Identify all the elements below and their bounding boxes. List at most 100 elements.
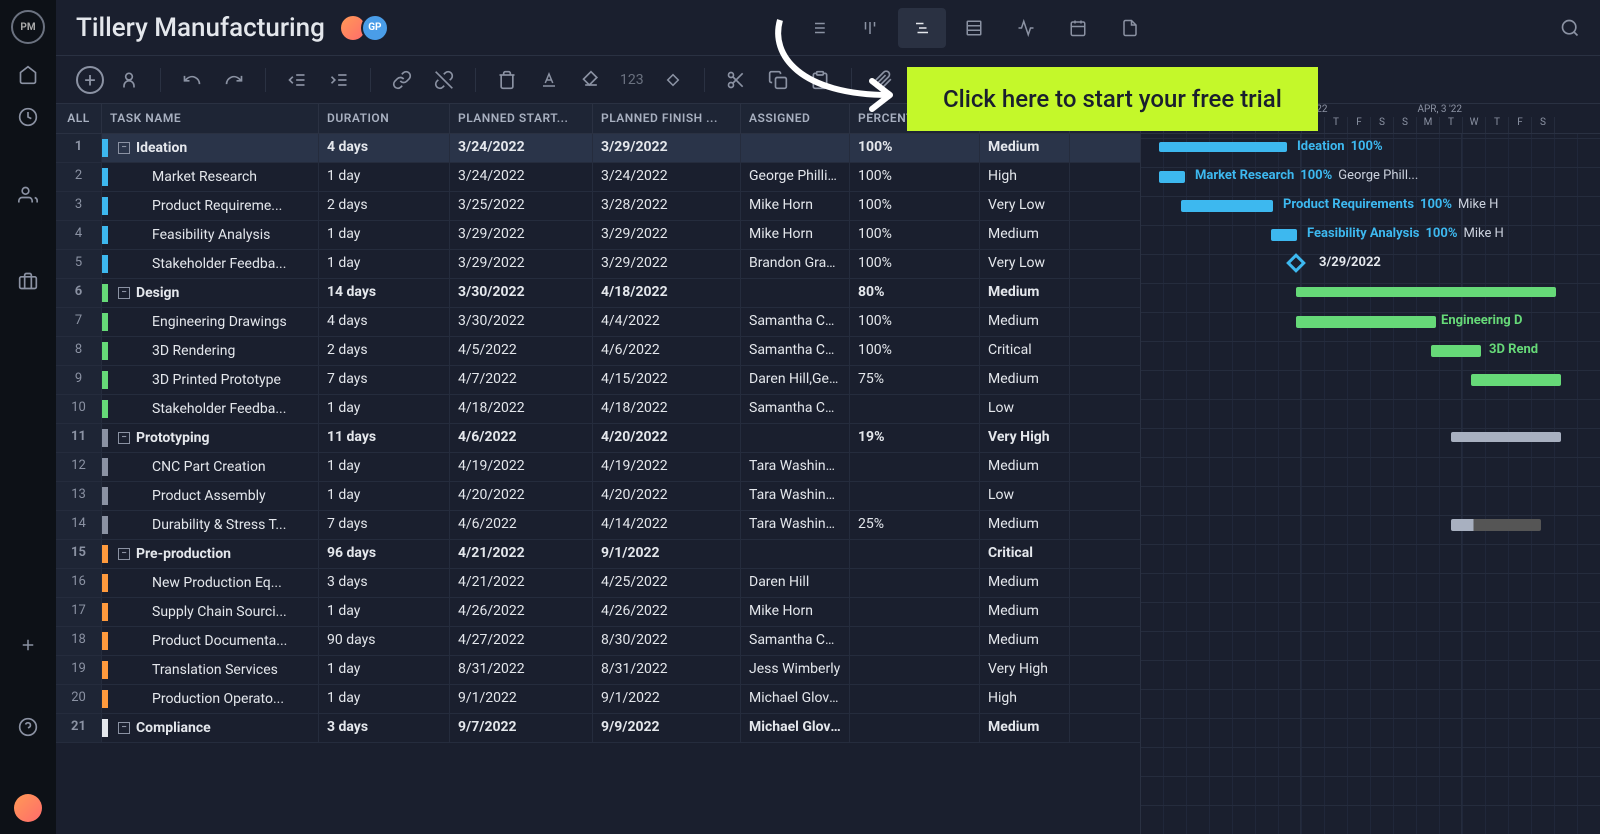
duration-cell[interactable]: 7 days	[319, 511, 450, 539]
task-row[interactable]: 11−Prototyping11 days4/6/20224/20/202219…	[56, 424, 1140, 453]
start-cell[interactable]: 4/26/2022	[450, 598, 593, 626]
start-cell[interactable]: 4/6/2022	[450, 511, 593, 539]
priority-cell[interactable]: Medium	[980, 627, 1070, 655]
duration-cell[interactable]: 3 days	[319, 714, 450, 742]
gantt-bar[interactable]	[1431, 345, 1481, 357]
cut-icon[interactable]	[719, 63, 753, 97]
duration-cell[interactable]: 1 day	[319, 598, 450, 626]
milestone-icon[interactable]	[656, 63, 690, 97]
finish-cell[interactable]: 4/19/2022	[593, 453, 741, 481]
col-all[interactable]: ALL	[56, 104, 102, 133]
outdent-icon[interactable]	[280, 63, 314, 97]
task-name-cell[interactable]: 3D Rendering	[102, 337, 319, 365]
percent-cell[interactable]	[850, 395, 980, 423]
task-name-cell[interactable]: −Design	[102, 279, 319, 307]
percent-cell[interactable]: 100%	[850, 337, 980, 365]
duration-cell[interactable]: 1 day	[319, 482, 450, 510]
priority-cell[interactable]: Medium	[980, 134, 1070, 162]
start-cell[interactable]: 4/18/2022	[450, 395, 593, 423]
finish-cell[interactable]: 4/14/2022	[593, 511, 741, 539]
assign-icon[interactable]	[112, 63, 146, 97]
view-list-icon[interactable]	[794, 8, 842, 48]
finish-cell[interactable]: 4/20/2022	[593, 482, 741, 510]
assigned-cell[interactable]: Brandon Gray,M	[741, 250, 850, 278]
duration-cell[interactable]: 4 days	[319, 134, 450, 162]
col-duration[interactable]: DURATION	[319, 104, 450, 133]
finish-cell[interactable]: 4/20/2022	[593, 424, 741, 452]
gantt-bar[interactable]	[1296, 287, 1556, 297]
assigned-cell[interactable]: George Phillips	[741, 163, 850, 191]
free-trial-callout[interactable]: Click here to start your free trial	[907, 67, 1318, 131]
finish-cell[interactable]: 4/15/2022	[593, 366, 741, 394]
assigned-cell[interactable]	[741, 279, 850, 307]
start-cell[interactable]: 8/31/2022	[450, 656, 593, 684]
priority-cell[interactable]: High	[980, 163, 1070, 191]
percent-cell[interactable]	[850, 482, 980, 510]
assigned-cell[interactable]	[741, 424, 850, 452]
gantt-bar[interactable]	[1471, 374, 1561, 386]
percent-cell[interactable]: 100%	[850, 308, 980, 336]
collapse-toggle[interactable]: −	[118, 548, 130, 560]
task-row[interactable]: 21−Compliance3 days9/7/20229/9/2022Micha…	[56, 714, 1140, 743]
gantt-body[interactable]: Ideation 100%Market Research 100% George…	[1141, 134, 1600, 834]
priority-cell[interactable]: Very Low	[980, 250, 1070, 278]
percent-cell[interactable]: 100%	[850, 134, 980, 162]
clock-icon[interactable]	[17, 106, 39, 128]
start-cell[interactable]: 4/5/2022	[450, 337, 593, 365]
duration-cell[interactable]: 96 days	[319, 540, 450, 568]
finish-cell[interactable]: 9/1/2022	[593, 540, 741, 568]
user-avatar[interactable]	[14, 794, 42, 822]
percent-cell[interactable]	[850, 453, 980, 481]
col-finish[interactable]: PLANNED FINISH ...	[593, 104, 741, 133]
view-board-icon[interactable]	[846, 8, 894, 48]
start-cell[interactable]: 3/30/2022	[450, 308, 593, 336]
task-name-cell[interactable]: 3D Printed Prototype	[102, 366, 319, 394]
finish-cell[interactable]: 3/24/2022	[593, 163, 741, 191]
duration-cell[interactable]: 14 days	[319, 279, 450, 307]
finish-cell[interactable]: 8/31/2022	[593, 656, 741, 684]
task-name-cell[interactable]: Translation Services	[102, 656, 319, 684]
finish-cell[interactable]: 3/29/2022	[593, 221, 741, 249]
task-name-cell[interactable]: New Production Eq...	[102, 569, 319, 597]
gantt-bar[interactable]	[1159, 171, 1185, 183]
task-name-cell[interactable]: Product Documenta...	[102, 627, 319, 655]
priority-cell[interactable]: Medium	[980, 511, 1070, 539]
gantt-bar[interactable]	[1451, 519, 1541, 531]
assigned-cell[interactable]: Samantha Cum	[741, 308, 850, 336]
task-name-cell[interactable]: Product Requireme...	[102, 192, 319, 220]
priority-cell[interactable]: Very Low	[980, 192, 1070, 220]
gantt-chart[interactable]: ., 20 '22MAR, 27 '22APR, 3 '22 WTFSSMTWT…	[1141, 104, 1600, 834]
task-row[interactable]: 19Translation Services1 day8/31/20228/31…	[56, 656, 1140, 685]
task-name-cell[interactable]: −Prototyping	[102, 424, 319, 452]
task-row[interactable]: 14Durability & Stress T...7 days4/6/2022…	[56, 511, 1140, 540]
priority-cell[interactable]: Medium	[980, 569, 1070, 597]
priority-cell[interactable]: Medium	[980, 598, 1070, 626]
assigned-cell[interactable]: Michael Glover	[741, 714, 850, 742]
percent-cell[interactable]	[850, 569, 980, 597]
duration-cell[interactable]: 4 days	[319, 308, 450, 336]
redo-icon[interactable]	[217, 63, 251, 97]
priority-cell[interactable]: Medium	[980, 308, 1070, 336]
finish-cell[interactable]: 3/29/2022	[593, 134, 741, 162]
assigned-cell[interactable]: Daren Hill	[741, 569, 850, 597]
task-name-cell[interactable]: Market Research	[102, 163, 319, 191]
finish-cell[interactable]: 4/26/2022	[593, 598, 741, 626]
copy-icon[interactable]	[761, 63, 795, 97]
col-name[interactable]: TASK NAME	[102, 104, 319, 133]
task-name-cell[interactable]: Stakeholder Feedba...	[102, 250, 319, 278]
finish-cell[interactable]: 4/25/2022	[593, 569, 741, 597]
collapse-toggle[interactable]: −	[118, 722, 130, 734]
col-start[interactable]: PLANNED START...	[450, 104, 593, 133]
start-cell[interactable]: 4/6/2022	[450, 424, 593, 452]
percent-cell[interactable]: 75%	[850, 366, 980, 394]
delete-icon[interactable]	[490, 63, 524, 97]
percent-cell[interactable]	[850, 540, 980, 568]
gantt-bar[interactable]	[1181, 200, 1273, 212]
start-cell[interactable]: 3/29/2022	[450, 221, 593, 249]
search-icon[interactable]	[1560, 18, 1580, 38]
duration-cell[interactable]: 1 day	[319, 395, 450, 423]
duration-cell[interactable]: 1 day	[319, 453, 450, 481]
start-cell[interactable]: 4/27/2022	[450, 627, 593, 655]
duration-cell[interactable]: 1 day	[319, 163, 450, 191]
fill-color-icon[interactable]	[574, 63, 608, 97]
